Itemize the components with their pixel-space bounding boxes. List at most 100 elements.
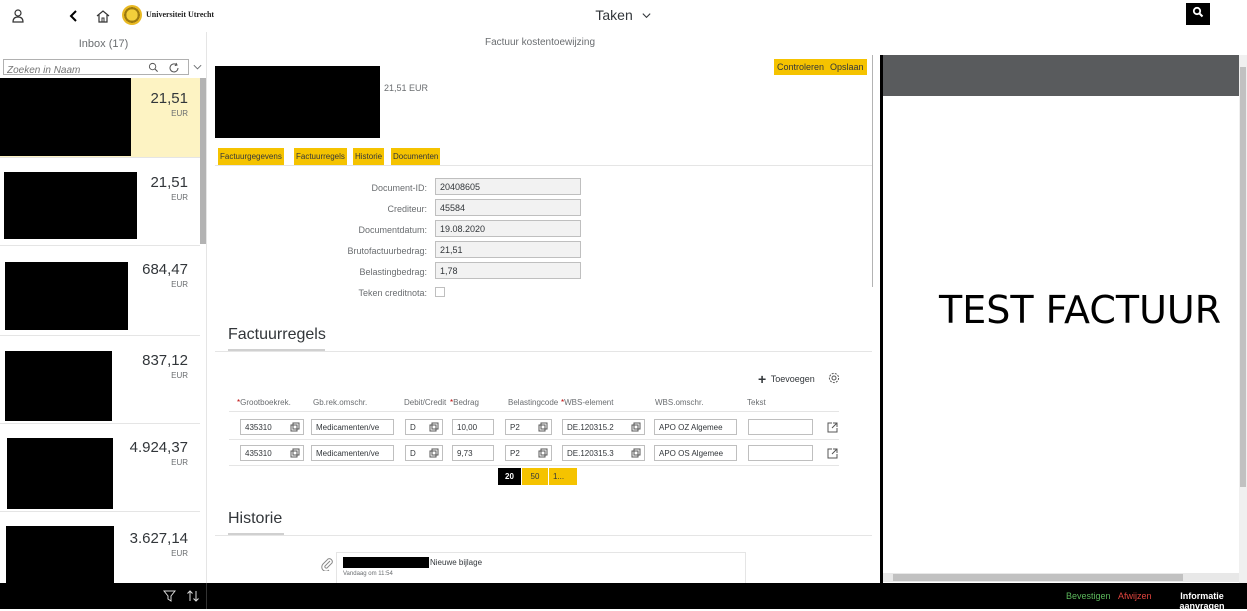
- search-field[interactable]: [3, 59, 189, 78]
- tab-documenten[interactable]: Documenten: [391, 148, 441, 165]
- redacted-block: [0, 78, 131, 156]
- table-row-line: [229, 439, 839, 440]
- item-currency: EUR: [171, 193, 188, 202]
- confirm-button[interactable]: Bevestigen: [1066, 591, 1111, 601]
- column-header-account-desc: Gb.rek.omschr.: [313, 398, 368, 407]
- account-desc-field[interactable]: Medicamenten/ve: [311, 445, 394, 461]
- wbs-desc-field[interactable]: APO OZ Algemee: [654, 419, 737, 435]
- wbs-input[interactable]: DE.120315.2: [562, 419, 645, 435]
- reject-button[interactable]: Afwijzen: [1118, 591, 1152, 601]
- request-info-button[interactable]: Informatie aanvragen: [1157, 591, 1247, 611]
- tab-historie[interactable]: Historie: [353, 148, 385, 165]
- text-input[interactable]: [748, 419, 813, 435]
- list-item[interactable]: 3.627,14 EUR: [0, 512, 200, 583]
- column-header-wbs-desc: WBS.omschr.: [655, 398, 704, 407]
- chevron-down-icon[interactable]: [192, 60, 204, 74]
- debit-credit-input[interactable]: D: [405, 419, 443, 435]
- item-amount: 21,51: [150, 174, 188, 191]
- amount-input[interactable]: 9,73: [452, 445, 494, 461]
- redacted-header-block: [215, 66, 380, 138]
- detail-page-title: Factuur kostentoewijzing: [484, 37, 596, 48]
- column-header-amount: *Bedrag: [450, 398, 479, 407]
- page-size-50[interactable]: 50: [522, 468, 548, 485]
- preview-horizontal-scrollbar[interactable]: [883, 573, 1239, 582]
- history-entry-time: Vandaag om 11:54: [343, 571, 393, 577]
- master-list-panel: Inbox (17) 21,51 EUR 21,51 EUR 684,47 EU…: [0, 32, 207, 583]
- tabs-divider: [215, 165, 872, 166]
- item-amount: 684,47: [142, 261, 188, 278]
- scroll-thumb[interactable]: [1240, 67, 1246, 487]
- field-label-document-date: Documentdatum:: [358, 225, 427, 235]
- list-item[interactable]: 684,47 EUR: [0, 246, 200, 336]
- search-button[interactable]: [1186, 3, 1210, 25]
- app-title-menu[interactable]: Taken: [0, 7, 1247, 24]
- debit-credit-input[interactable]: D: [405, 445, 443, 461]
- plus-icon: +: [758, 371, 767, 387]
- tax-code-input[interactable]: P2: [505, 419, 552, 435]
- item-currency: EUR: [171, 549, 188, 558]
- sort-icon[interactable]: [186, 589, 200, 603]
- creditor-field[interactable]: 45584: [435, 199, 581, 216]
- preview-vertical-scrollbar[interactable]: [1239, 55, 1247, 583]
- redacted-block: [5, 351, 112, 421]
- account-input[interactable]: 435310: [240, 419, 304, 435]
- item-currency: EUR: [171, 371, 188, 380]
- detail-panel: 21,51 EUR Controleren Opslaan Factuurgeg…: [207, 55, 873, 583]
- list-item[interactable]: 21,51 EUR: [0, 158, 200, 246]
- value-help-icon: [538, 448, 548, 458]
- section-title-invoice-lines: Factuurregels: [228, 326, 326, 343]
- amount-input[interactable]: 10,00: [452, 419, 494, 435]
- field-label-credit-note: Teken creditnota:: [358, 288, 427, 298]
- credit-note-checkbox[interactable]: [435, 287, 445, 297]
- column-header-text: Tekst: [747, 398, 766, 407]
- add-line-label: Toevoegen: [770, 374, 815, 384]
- check-button[interactable]: Controleren: [774, 59, 828, 75]
- value-help-icon: [631, 448, 641, 458]
- tab-factuurregels[interactable]: Factuurregels: [294, 148, 347, 165]
- open-details-icon[interactable]: [827, 420, 838, 433]
- wbs-input[interactable]: DE.120315.3: [562, 445, 645, 461]
- footer-toolbar: Bevestigen Afwijzen Informatie aanvragen: [0, 583, 1247, 611]
- text-input[interactable]: [748, 445, 813, 461]
- document-id-field[interactable]: 20408605: [435, 178, 581, 195]
- filter-icon[interactable]: [162, 589, 177, 603]
- account-input[interactable]: 435310: [240, 445, 304, 461]
- wbs-desc-field[interactable]: APO OS Algemee: [654, 445, 737, 461]
- redacted-block: [6, 526, 114, 583]
- list-item[interactable]: 837,12 EUR: [0, 336, 200, 424]
- gross-amount-field[interactable]: 21,51: [435, 241, 581, 258]
- value-help-icon: [538, 422, 548, 432]
- tax-amount-field[interactable]: 1,78: [435, 262, 581, 279]
- refresh-icon[interactable]: [167, 61, 181, 74]
- account-desc-field[interactable]: Medicamenten/ve: [311, 419, 394, 435]
- item-currency: EUR: [171, 458, 188, 467]
- tab-factuurgegevens[interactable]: Factuurgegevens: [218, 148, 284, 165]
- document-date-field[interactable]: 19.08.2020: [435, 220, 581, 237]
- item-amount: 4.924,37: [129, 439, 188, 456]
- list-item[interactable]: 21,51 EUR: [0, 78, 200, 158]
- save-button[interactable]: Opslaan: [827, 59, 867, 75]
- preview-toolbar: [883, 55, 1239, 96]
- detail-scrollbar[interactable]: [872, 55, 873, 287]
- open-details-icon[interactable]: [827, 446, 838, 459]
- list-scrollbar[interactable]: [200, 78, 206, 244]
- section-divider: [215, 351, 872, 352]
- redacted-block: [7, 438, 113, 509]
- value-help-icon: [429, 448, 439, 458]
- page-more[interactable]: 1...: [549, 468, 577, 485]
- add-line-button[interactable]: + Toevoegen: [758, 371, 815, 387]
- field-label-tax-amount: Belastingbedrag:: [359, 267, 427, 277]
- settings-icon[interactable]: [828, 371, 840, 384]
- item-amount: 837,12: [142, 352, 188, 369]
- page-size-20[interactable]: 20: [498, 468, 521, 485]
- chevron-down-icon[interactable]: [641, 8, 652, 24]
- redacted-block: [5, 262, 128, 330]
- redacted-user-name: [343, 557, 429, 568]
- app-title[interactable]: Taken: [595, 7, 632, 23]
- search-icon[interactable]: [146, 61, 160, 74]
- document-preview[interactable]: TEST FACTUUR: [880, 55, 1239, 583]
- tax-code-input[interactable]: P2: [505, 445, 552, 461]
- search-input[interactable]: [4, 63, 134, 78]
- scroll-thumb[interactable]: [893, 574, 1183, 581]
- list-item[interactable]: 4.924,37 EUR: [0, 424, 200, 512]
